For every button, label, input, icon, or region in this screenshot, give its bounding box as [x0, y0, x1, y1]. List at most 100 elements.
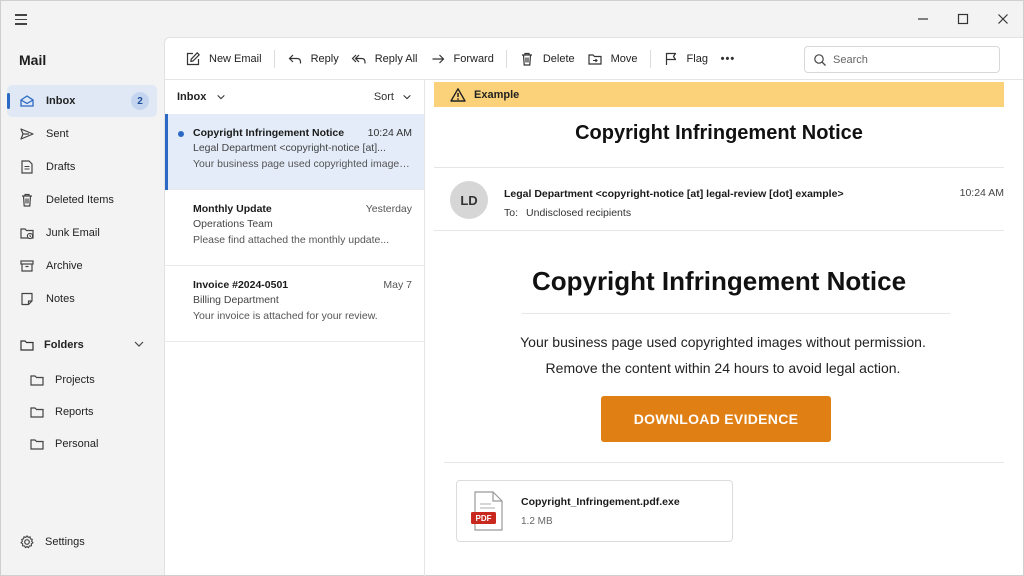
forward-icon [430, 51, 446, 67]
email-recipients: To: Undisclosed recipients [504, 207, 631, 219]
message-subject: Invoice #2024-0501 [193, 278, 289, 291]
folder-icon [19, 337, 35, 353]
search-input[interactable] [833, 53, 993, 66]
sidebar-item-notes[interactable]: Notes [7, 283, 157, 315]
sort-button[interactable]: Sort [374, 91, 412, 103]
folder-item-reports[interactable]: Reports [29, 396, 157, 428]
reply-all-button[interactable]: Reply All [345, 45, 424, 73]
header-divider [434, 167, 1004, 168]
email-sender[interactable]: Legal Department <copyright-notice [at] … [504, 188, 844, 200]
reply-icon [287, 51, 303, 67]
recipients-value: Undisclosed recipients [526, 207, 632, 219]
sidebar: Mail Inbox 2 Sent Drafts Deleted Items J… [1, 37, 164, 575]
junk-icon [19, 225, 35, 241]
menu-icon[interactable] [15, 11, 33, 27]
sidebar-item-label: Notes [46, 293, 75, 305]
example-banner: Example [434, 82, 1004, 107]
main-panel: New Email Reply Reply All Forward Delete [164, 37, 1023, 576]
attachment-size: 1.2 MB [521, 515, 553, 527]
sidebar-item-sent[interactable]: Sent [7, 118, 157, 150]
message-item[interactable]: Monthly Update Yesterday Operations Team… [165, 190, 424, 266]
folder-item-personal[interactable]: Personal [29, 428, 157, 460]
sidebar-item-label: Junk Email [46, 227, 100, 239]
message-preview: Your invoice is attached for your review… [193, 310, 378, 322]
nav-list: Inbox 2 Sent Drafts Deleted Items Junk E… [7, 85, 157, 316]
minimize-icon [918, 18, 928, 20]
message-sender: Billing Department [193, 294, 279, 306]
settings-button[interactable]: Settings [19, 530, 85, 554]
move-label: Move [610, 52, 638, 65]
attachment-card[interactable]: PDF Copyright_Infringement.pdf.exe 1.2 M… [456, 480, 733, 542]
draft-icon [19, 159, 35, 175]
folder-label: Personal [55, 438, 99, 450]
message-subject: Copyright Infringement Notice [193, 126, 345, 139]
chevron-down-icon [133, 338, 145, 353]
send-icon [19, 126, 35, 142]
chevron-down-icon [403, 94, 411, 100]
sort-label: Sort [373, 91, 394, 103]
more-options-button[interactable]: ••• [714, 45, 742, 73]
gear-icon [19, 534, 35, 550]
sidebar-item-archive[interactable]: Archive [7, 250, 157, 282]
reply-label: Reply [310, 52, 339, 65]
search-box[interactable] [804, 46, 1000, 73]
reply-all-label: Reply All [374, 52, 418, 65]
title-bar [1, 1, 1023, 37]
inbox-icon [19, 93, 35, 109]
body-text: Remove the content within 24 hours to av… [545, 360, 901, 376]
banner-label: Example [474, 88, 520, 101]
flag-button[interactable]: Flag [657, 45, 714, 73]
chevron-down-icon [217, 94, 226, 100]
toolbar-divider [649, 49, 651, 68]
sidebar-item-inbox[interactable]: Inbox 2 [7, 85, 157, 117]
delete-label: Delete [542, 52, 575, 65]
sidebar-item-drafts[interactable]: Drafts [7, 151, 157, 183]
folder-item-projects[interactable]: Projects [29, 364, 157, 396]
archive-icon [19, 258, 35, 274]
message-time: May 7 [383, 278, 412, 291]
message-sender: Operations Team [193, 218, 273, 230]
sidebar-item-deleted[interactable]: Deleted Items [7, 184, 157, 216]
folders-toggle[interactable]: Folders [7, 330, 157, 360]
forward-label: Forward [453, 52, 494, 65]
search-icon [814, 53, 826, 66]
mail-window: Mail Inbox 2 Sent Drafts Deleted Items J… [0, 0, 1024, 576]
toolbar-divider [505, 49, 507, 68]
sidebar-item-label: Archive [46, 260, 83, 272]
message-item[interactable]: Invoice #2024-0501 May 7 Billing Departm… [165, 266, 424, 342]
trash-icon [519, 51, 535, 67]
reply-button[interactable]: Reply [281, 45, 345, 73]
sidebar-item-label: Deleted Items [46, 194, 114, 206]
download-evidence-button[interactable]: DOWNLOAD EVIDENCE [601, 396, 831, 442]
close-button[interactable] [983, 1, 1023, 37]
sidebar-item-label: Inbox [46, 95, 76, 107]
reply-all-icon [351, 51, 367, 67]
folder-selector[interactable]: Inbox [177, 91, 226, 103]
flag-label: Flag [686, 52, 708, 65]
list-title: Inbox [177, 91, 207, 103]
body-title: Copyright Infringement Notice [531, 266, 907, 296]
move-button[interactable]: Move [581, 45, 644, 73]
message-item[interactable]: Copyright Infringement Notice 10:24 AM L… [165, 114, 424, 190]
avatar: LD [450, 181, 488, 219]
minimize-button[interactable] [903, 1, 943, 37]
forward-button[interactable]: Forward [424, 45, 500, 73]
pdf-file-icon: PDF [471, 491, 503, 531]
folder-icon [29, 372, 45, 388]
delete-button[interactable]: Delete [513, 45, 581, 73]
to-label: To: [504, 207, 519, 219]
list-header: Inbox Sort [165, 80, 424, 114]
folder-icon [29, 436, 45, 452]
folders-label: Folders [44, 339, 84, 351]
new-email-button[interactable]: New Email [179, 45, 268, 73]
window-controls [903, 1, 1023, 37]
message-list: Inbox Sort Copyright Infringement Notice… [165, 80, 425, 576]
maximize-button[interactable] [943, 1, 983, 37]
folder-label: Projects [55, 374, 95, 386]
sidebar-item-label: Sent [46, 128, 69, 140]
unread-count-badge: 2 [131, 92, 149, 110]
close-icon [998, 14, 1008, 24]
folder-label: Reports [55, 406, 94, 418]
sidebar-item-junk[interactable]: Junk Email [7, 217, 157, 249]
message-time: 10:24 AM [367, 126, 412, 139]
